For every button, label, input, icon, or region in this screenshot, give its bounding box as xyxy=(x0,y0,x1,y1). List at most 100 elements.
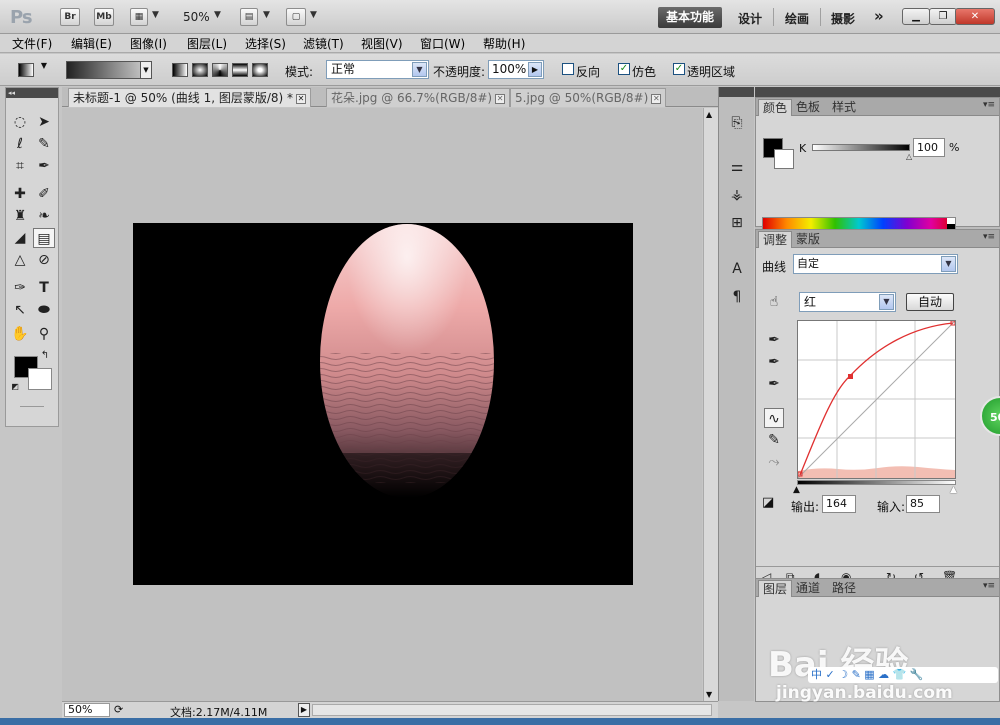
curves-graph[interactable] xyxy=(797,320,956,479)
smooth-curve-icon[interactable]: ⤳ xyxy=(764,452,784,472)
restore-button[interactable]: ❐ xyxy=(929,8,957,25)
chevron-down-icon[interactable]: ▼ xyxy=(140,62,151,78)
transparency-checkbox[interactable]: ✓ xyxy=(673,63,685,75)
document-image[interactable] xyxy=(133,223,633,585)
crop-tool-icon[interactable]: ⌗ xyxy=(9,156,31,176)
marquee-tool-icon[interactable]: ◌ xyxy=(9,112,31,132)
horizontal-scrollbar[interactable] xyxy=(312,704,712,716)
eraser-tool-icon[interactable]: ◢ xyxy=(9,228,31,248)
curve-edit-icon[interactable]: ∿ xyxy=(764,408,784,428)
chevron-down-icon[interactable]: ▼ xyxy=(263,10,270,20)
collapse-icon[interactable] xyxy=(719,87,754,97)
close-icon[interactable]: ✕ xyxy=(651,93,662,104)
collapse-icon[interactable] xyxy=(755,87,1000,97)
tab-flower[interactable]: 花朵.jpg @ 66.7%(RGB/8#) ✕ xyxy=(326,88,511,107)
tab-paths[interactable]: 路径 xyxy=(828,580,860,597)
tab-5jpg[interactable]: 5.jpg @ 50%(RGB/8#) ✕ xyxy=(510,88,667,107)
on-image-adjust-icon[interactable]: ☝ xyxy=(764,292,784,312)
close-icon[interactable]: ✕ xyxy=(296,93,307,104)
chevron-right-icon[interactable]: ▶ xyxy=(528,62,542,77)
clone-source-icon[interactable]: ⚶ xyxy=(727,185,747,205)
panel-menu-icon[interactable]: ▾≡ xyxy=(983,232,995,242)
scroll-up-icon[interactable]: ▲ xyxy=(706,110,712,119)
k-slider[interactable] xyxy=(812,144,910,151)
bridge-button[interactable]: Br xyxy=(60,8,80,26)
dither-checkbox[interactable]: ✓ xyxy=(618,63,630,75)
arrange-documents-button[interactable]: ▤ xyxy=(240,8,258,26)
menu-filter[interactable]: 滤镜(T) xyxy=(303,35,344,52)
status-menu-icon[interactable]: ▶ xyxy=(298,703,310,717)
blur-tool-icon[interactable]: △ xyxy=(9,250,31,270)
menu-help[interactable]: 帮助(H) xyxy=(483,35,525,52)
close-button[interactable]: ✕ xyxy=(955,8,995,25)
healing-brush-icon[interactable]: ✚ xyxy=(9,184,31,204)
panel-menu-icon[interactable]: ▾≡ xyxy=(983,581,995,591)
k-value-input[interactable]: 100 xyxy=(913,138,945,157)
chevron-down-icon[interactable]: ▼ xyxy=(152,10,159,20)
reflected-gradient-button[interactable] xyxy=(232,63,248,77)
output-input[interactable]: 164 xyxy=(822,495,856,513)
workspace-design[interactable]: 设计 xyxy=(738,10,762,27)
menu-select[interactable]: 选择(S) xyxy=(245,35,286,52)
pen-tool-icon[interactable]: ✑ xyxy=(9,278,31,298)
tab-layers[interactable]: 图层 xyxy=(758,580,793,597)
history-icon[interactable]: ⎘ xyxy=(727,113,747,133)
diamond-gradient-button[interactable] xyxy=(252,63,268,77)
minimize-button[interactable]: ▁ xyxy=(902,8,930,25)
ime-toolbar[interactable]: 中 ✓ ☽ ✎ ▦ ☁ 👕 🔧 xyxy=(808,667,998,683)
curve-control-point[interactable] xyxy=(848,374,853,379)
collapse-icon[interactable]: ◂◂ xyxy=(6,88,58,98)
brush-presets-icon[interactable]: ⚌ xyxy=(727,157,747,177)
menu-image[interactable]: 图像(I) xyxy=(130,35,167,52)
background-color-swatch[interactable] xyxy=(774,149,794,169)
tab-adjustments[interactable]: 调整 xyxy=(758,231,793,248)
curves-preset-select[interactable]: 自定 ▼ xyxy=(793,254,958,274)
white-slider-thumb-icon[interactable]: ▲ xyxy=(950,485,957,495)
tab-untitled-1[interactable]: 未标题-1 @ 50% (曲线 1, 图层蒙版/8) * ✕ xyxy=(68,88,312,107)
clipping-warning-icon[interactable]: ◪ xyxy=(762,495,774,510)
type-tool-icon[interactable]: T xyxy=(33,278,55,298)
tab-masks[interactable]: 蒙版 xyxy=(792,231,824,248)
view-extras-button[interactable]: ▦ xyxy=(130,8,148,26)
tool-preset-picker[interactable]: ▼ xyxy=(18,61,52,79)
screen-mode-button[interactable]: ▢ xyxy=(286,8,306,26)
slider-thumb-icon[interactable]: △ xyxy=(906,152,912,161)
blend-mode-select[interactable]: 正常 ▼ xyxy=(326,60,429,79)
chevron-down-icon[interactable]: ▼ xyxy=(310,10,317,20)
close-icon[interactable]: ✕ xyxy=(495,93,506,104)
tab-swatches[interactable]: 色板 xyxy=(792,99,824,116)
path-select-icon[interactable]: ↖ xyxy=(9,300,31,320)
chevron-down-icon[interactable]: ▼ xyxy=(214,10,221,20)
input-input[interactable]: 85 xyxy=(906,495,940,513)
default-colors-icon[interactable]: ◩ xyxy=(10,382,20,392)
radial-gradient-button[interactable] xyxy=(192,63,208,77)
history-brush-icon[interactable]: ❧ xyxy=(33,206,55,226)
opacity-input[interactable]: 100% ▶ xyxy=(488,60,544,79)
scroll-down-icon[interactable]: ▼ xyxy=(706,690,712,699)
character-icon[interactable]: A xyxy=(727,259,747,279)
menu-view[interactable]: 视图(V) xyxy=(361,35,403,52)
vertical-scrollbar[interactable]: ▲ ▼ xyxy=(703,108,718,701)
tool-presets-icon[interactable]: ⊞ xyxy=(727,213,747,233)
auto-button[interactable]: 自动 xyxy=(906,293,954,311)
linear-gradient-button[interactable] xyxy=(172,63,188,77)
paragraph-icon[interactable]: ¶ xyxy=(727,287,747,307)
lasso-tool-icon[interactable]: ℓ xyxy=(9,134,31,154)
clone-stamp-icon[interactable]: ♜ xyxy=(9,206,31,226)
ellipse-tool-icon[interactable]: ⬬ xyxy=(33,300,55,320)
workspace-painting[interactable]: 绘画 xyxy=(785,10,809,27)
tab-channels[interactable]: 通道 xyxy=(792,580,824,597)
gray-point-eyedropper-icon[interactable]: ✒ xyxy=(764,352,784,372)
channel-select[interactable]: 红 ▼ xyxy=(799,292,896,312)
white-point-eyedropper-icon[interactable]: ✒ xyxy=(764,374,784,394)
mini-bridge-button[interactable]: Mb xyxy=(94,8,114,26)
menu-file[interactable]: 文件(F) xyxy=(12,35,52,52)
eyedropper-tool-icon[interactable]: ✒ xyxy=(33,156,55,176)
black-point-eyedropper-icon[interactable]: ✒ xyxy=(764,330,784,350)
more-workspaces-button[interactable]: » xyxy=(874,7,884,25)
black-slider-thumb-icon[interactable]: ▲ xyxy=(793,485,800,495)
status-icon[interactable]: ⟳ xyxy=(114,703,123,716)
swap-colors-icon[interactable]: ↰ xyxy=(38,350,52,362)
menu-layer[interactable]: 图层(L) xyxy=(187,35,227,52)
reverse-checkbox[interactable] xyxy=(562,63,574,75)
